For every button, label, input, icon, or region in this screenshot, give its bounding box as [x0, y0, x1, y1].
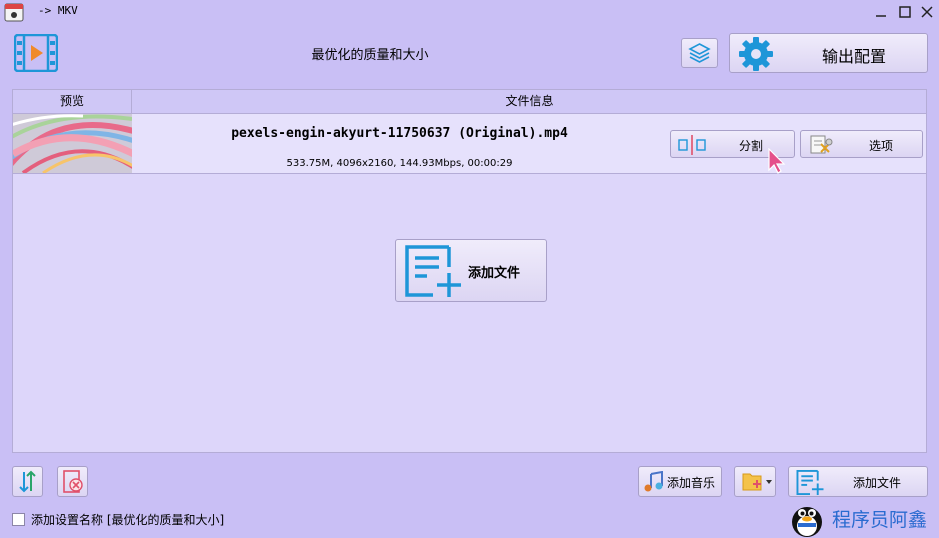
- add-file-label: 添加文件: [852, 476, 901, 490]
- options-button[interactable]: 选项: [800, 130, 923, 158]
- video-thumbnail: [13, 114, 132, 173]
- add-file-center-label: 添加文件: [468, 266, 521, 281]
- add-file-icon: [796, 469, 824, 496]
- add-folder-button[interactable]: [734, 466, 776, 497]
- gear-icon: [739, 37, 773, 71]
- options-icon: [810, 135, 833, 154]
- penguin-icon: [792, 507, 822, 537]
- file-name: pexels-engin-akyurt-11750637 (Original).…: [231, 126, 568, 141]
- video-logo-icon: [14, 34, 58, 72]
- output-config-label: 输出配置: [821, 47, 886, 66]
- table-header: 预览 文件信息: [13, 90, 926, 114]
- close-icon[interactable]: [918, 3, 936, 21]
- layers-icon: [688, 43, 711, 63]
- table-row[interactable]: pexels-engin-akyurt-11750637 (Original).…: [13, 114, 926, 174]
- add-music-button[interactable]: 添加音乐: [638, 466, 722, 497]
- add-file-icon: [405, 245, 461, 297]
- watermark-text: 程序员阿鑫: [832, 509, 928, 531]
- add-preset-name-checkbox[interactable]: [12, 513, 25, 526]
- options-label: 选项: [868, 139, 893, 153]
- layers-button[interactable]: [681, 38, 718, 68]
- file-list-panel: 预览 文件信息 pexels-engin-akyurt-11750637 (Or…: [12, 89, 927, 453]
- output-config-button[interactable]: 输出配置: [729, 33, 928, 73]
- sort-icon: [19, 470, 36, 493]
- app-icon: [4, 3, 24, 22]
- watermark: 程序员阿鑫: [787, 498, 939, 538]
- add-music-label: 添加音乐: [667, 476, 716, 490]
- mouse-cursor-icon: [768, 148, 786, 174]
- minimize-icon[interactable]: [872, 3, 890, 21]
- add-file-center-button[interactable]: 添加文件: [395, 239, 547, 302]
- maximize-icon[interactable]: [896, 3, 914, 21]
- preset-title: 最优化的质量和大小: [311, 48, 429, 63]
- remove-button[interactable]: [57, 466, 88, 497]
- column-header-preview: 预览: [13, 90, 132, 113]
- add-file-button[interactable]: 添加文件: [788, 466, 928, 497]
- folder-add-icon: [742, 473, 772, 491]
- remove-file-icon: [63, 470, 83, 493]
- file-meta: 533.75M, 4096x2160, 144.93Mbps, 00:00:29: [286, 158, 513, 169]
- window-title: -> MKV: [38, 4, 78, 17]
- title-bar: -> MKV: [0, 0, 939, 24]
- column-header-file-info: 文件信息: [505, 94, 554, 108]
- music-note-icon: [644, 471, 663, 492]
- sort-button[interactable]: [12, 466, 43, 497]
- split-icon: [678, 135, 706, 155]
- add-preset-name-label: 添加设置名称 [最优化的质量和大小]: [31, 513, 225, 527]
